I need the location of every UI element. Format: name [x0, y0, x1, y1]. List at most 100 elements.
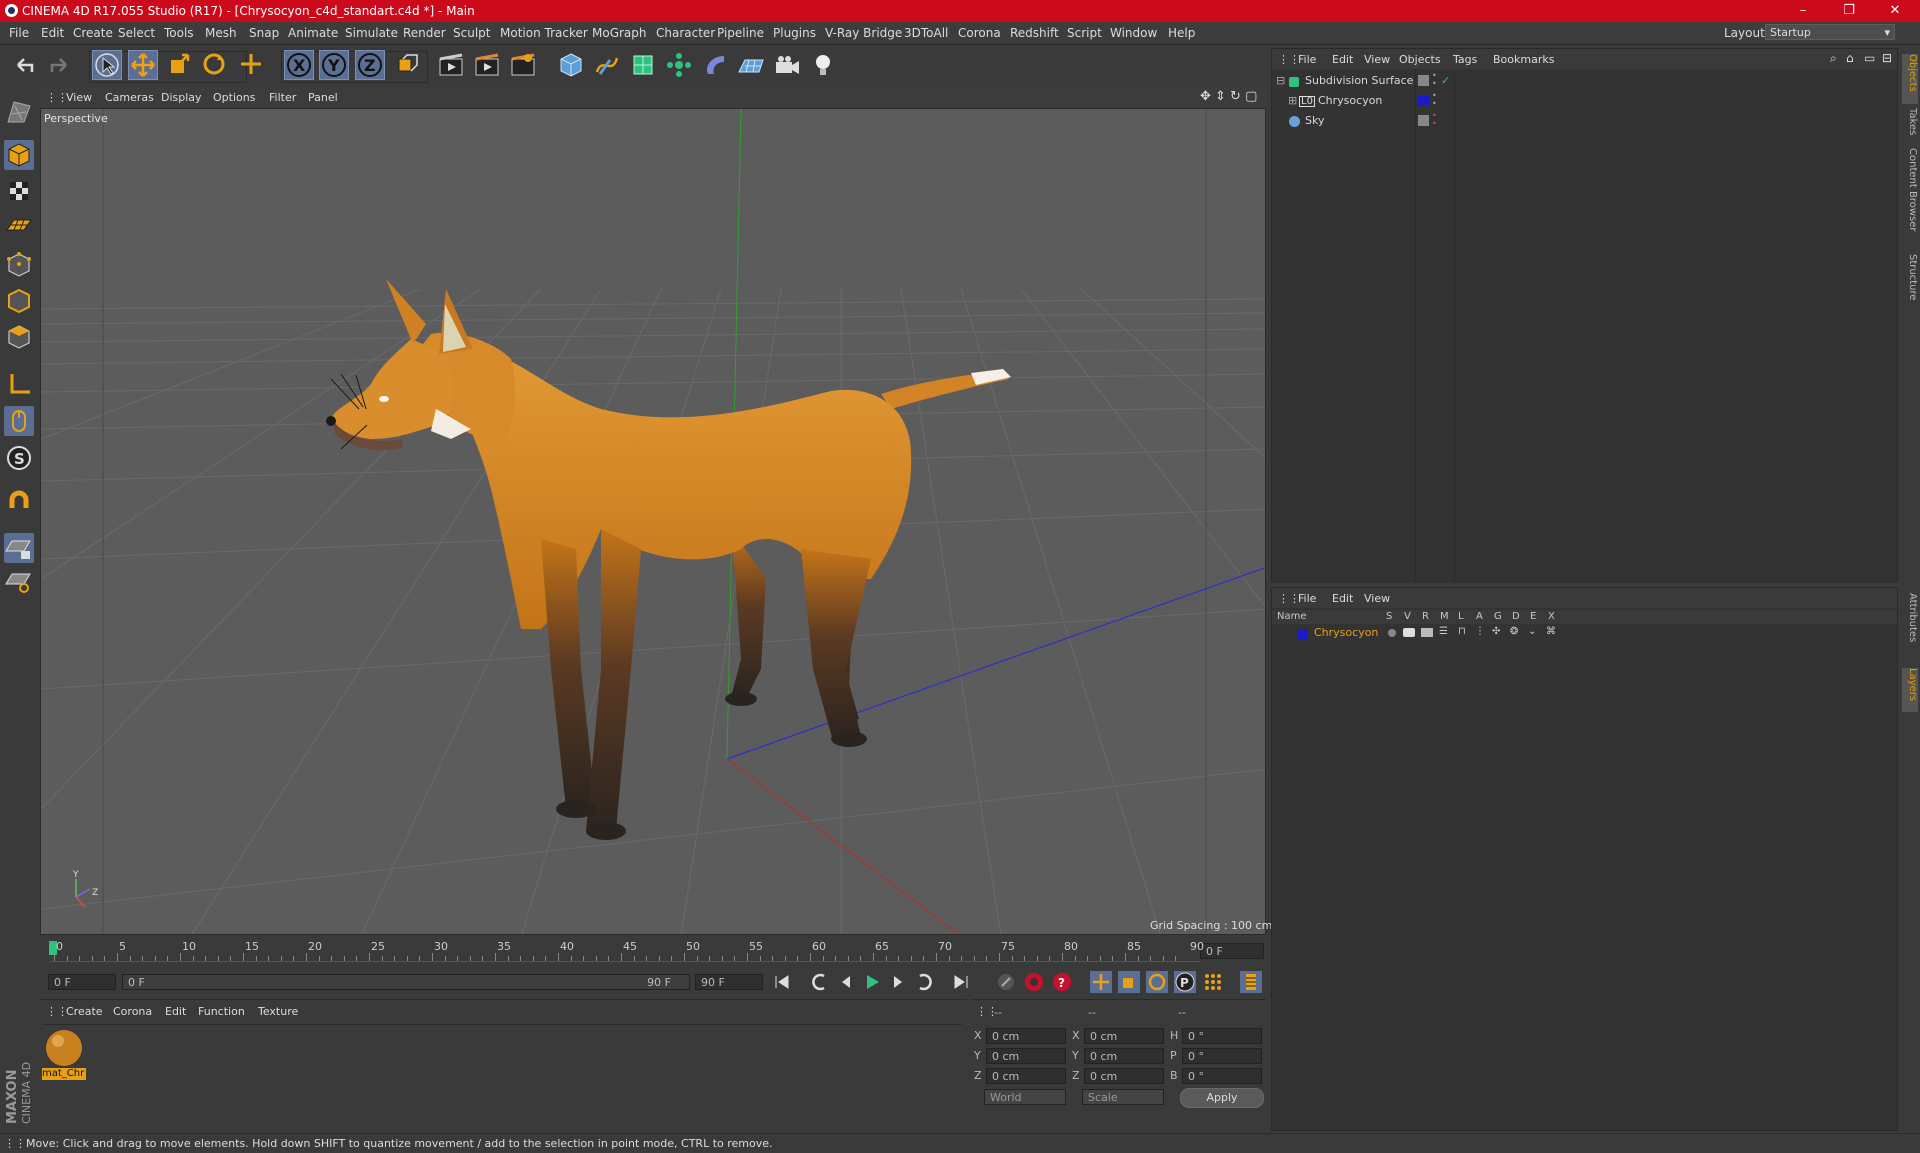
- rot-b-field[interactable]: 0 °: [1182, 1068, 1262, 1084]
- viewport-menu-filter[interactable]: Filter: [269, 91, 296, 104]
- panel-settings-icon[interactable]: ⊟: [1882, 51, 1892, 65]
- go-to-end-button[interactable]: [950, 971, 972, 993]
- object-name[interactable]: Chrysocyon: [1318, 94, 1382, 107]
- menu-select[interactable]: Select: [118, 26, 155, 40]
- objects-menu-edit[interactable]: Edit: [1332, 53, 1353, 66]
- redo-button[interactable]: [44, 50, 74, 80]
- column-deformers[interactable]: D: [1512, 611, 1520, 622]
- menu-vray-bridge[interactable]: V-Ray Bridge: [825, 26, 902, 40]
- rot-h-field[interactable]: 0 °: [1182, 1028, 1262, 1044]
- axis-mode-button[interactable]: [4, 370, 34, 400]
- object-name[interactable]: Subdivision Surface: [1305, 74, 1413, 87]
- expression-icon[interactable]: ⌄: [1528, 626, 1536, 637]
- timeline-window-button[interactable]: [1240, 971, 1262, 993]
- menu-character[interactable]: Character: [656, 26, 715, 40]
- menu-snap[interactable]: Snap: [249, 26, 279, 40]
- tab-takes[interactable]: Takes: [1902, 108, 1918, 144]
- previous-key-button[interactable]: [809, 971, 831, 993]
- make-editable-button[interactable]: [4, 96, 34, 126]
- render-settings-button[interactable]: [508, 50, 538, 80]
- object-name[interactable]: Sky: [1305, 114, 1324, 127]
- column-view[interactable]: V: [1404, 611, 1411, 622]
- rot-p-field[interactable]: 0 °: [1182, 1048, 1262, 1064]
- layer-row[interactable]: Chrysocyon ☰ ⊓ ⋮ ✣ ❂ ⌄ ⌘: [1272, 626, 1897, 644]
- menu-corona[interactable]: Corona: [958, 26, 1001, 40]
- pos-y-field[interactable]: 0 cm: [986, 1048, 1066, 1064]
- object-row-subdivision[interactable]: ⊟ Subdivision Surface • • ✓: [1272, 72, 1897, 92]
- menu-render[interactable]: Render: [403, 26, 446, 40]
- coordinate-mode-select[interactable]: World: [984, 1089, 1066, 1105]
- objects-menu-file[interactable]: File: [1298, 53, 1316, 66]
- menu-pipeline[interactable]: Pipeline: [717, 26, 764, 40]
- render-clapboard-icon[interactable]: [1421, 628, 1433, 637]
- texture-mode-button[interactable]: [4, 176, 34, 206]
- menu-file[interactable]: File: [9, 26, 29, 40]
- start-frame-field[interactable]: 0 F: [48, 974, 116, 990]
- tweak-mode-button[interactable]: [4, 406, 34, 436]
- eye-icon[interactable]: [1403, 628, 1415, 637]
- current-frame-field[interactable]: 0 F: [1200, 943, 1264, 959]
- rotation-key-button[interactable]: [1146, 971, 1168, 993]
- layers-menu-edit[interactable]: Edit: [1332, 592, 1353, 605]
- edges-mode-button[interactable]: [4, 286, 34, 316]
- enabled-checkmark-icon[interactable]: ✓: [1441, 74, 1450, 87]
- column-animation[interactable]: A: [1476, 611, 1483, 622]
- layout-icon[interactable]: ▭: [1864, 51, 1875, 65]
- x-axis-lock-button[interactable]: X: [284, 50, 314, 80]
- polygons-mode-button[interactable]: [4, 322, 34, 352]
- coordinate-system-button[interactable]: [393, 50, 423, 80]
- tab-layers[interactable]: Layers: [1902, 668, 1918, 712]
- objects-menu-tags[interactable]: Tags: [1453, 53, 1477, 66]
- tab-structure[interactable]: Structure: [1902, 254, 1918, 314]
- home-icon[interactable]: ⌂: [1846, 51, 1854, 65]
- object-row-sky[interactable]: Sky • •: [1272, 112, 1897, 132]
- render-picture-viewer-button[interactable]: [472, 50, 502, 80]
- locked-workplane-button[interactable]: [4, 533, 34, 563]
- layout-select[interactable]: Startup ▾: [1765, 24, 1895, 40]
- menu-plugins[interactable]: Plugins: [773, 26, 816, 40]
- collapse-icon[interactable]: ⊟: [1276, 74, 1285, 87]
- position-key-button[interactable]: [1090, 971, 1112, 993]
- layers-menu-file[interactable]: File: [1298, 592, 1316, 605]
- add-mograph-button[interactable]: [664, 50, 694, 80]
- objects-menu-bookmarks[interactable]: Bookmarks: [1493, 53, 1554, 66]
- column-render[interactable]: R: [1422, 611, 1429, 622]
- material-menu-function[interactable]: Function: [198, 1005, 245, 1018]
- snapping-button[interactable]: S: [4, 443, 34, 473]
- animation-icon[interactable]: ⋮: [1475, 626, 1485, 637]
- add-cube-button[interactable]: [556, 50, 586, 80]
- points-mode-button[interactable]: [4, 250, 34, 280]
- add-spline-button[interactable]: [592, 50, 622, 80]
- menu-redshift[interactable]: Redshift: [1010, 26, 1059, 40]
- model-mode-button[interactable]: [4, 140, 34, 170]
- material-menu-texture[interactable]: Texture: [258, 1005, 298, 1018]
- object-row-chrysocyon[interactable]: ⊞ L0 Chrysocyon • •: [1272, 92, 1897, 112]
- viewport-menu-display[interactable]: Display: [161, 91, 202, 104]
- timeline-ruler[interactable]: 0 F 0 5 10 15 20 25 30 35 40 45 50 55 60 65 70 75 80 85 90: [40, 937, 1266, 967]
- size-y-field[interactable]: 0 cm: [1084, 1048, 1164, 1064]
- menu-3dtoall[interactable]: 3DToAll: [904, 26, 948, 40]
- tab-attributes[interactable]: Attributes: [1902, 593, 1918, 663]
- scale-key-button[interactable]: [1118, 971, 1140, 993]
- minimize-button[interactable]: –: [1780, 0, 1826, 22]
- go-to-start-button[interactable]: [771, 971, 793, 993]
- search-icon[interactable]: ⌕: [1830, 51, 1837, 66]
- menu-tools[interactable]: Tools: [164, 26, 194, 40]
- menu-mesh[interactable]: Mesh: [205, 26, 237, 40]
- column-expressions[interactable]: E: [1530, 611, 1536, 622]
- layer-toggle-icon[interactable]: [1418, 115, 1429, 126]
- apply-button[interactable]: Apply: [1180, 1088, 1264, 1108]
- y-axis-lock-button[interactable]: Y: [319, 50, 349, 80]
- objects-menu-handle[interactable]: ⋮⋮: [1278, 53, 1300, 66]
- parameter-key-button[interactable]: P: [1174, 971, 1196, 993]
- menu-animate[interactable]: Animate: [288, 26, 338, 40]
- close-button[interactable]: ✕: [1872, 0, 1918, 22]
- column-manager[interactable]: M: [1440, 611, 1449, 622]
- size-x-field[interactable]: 0 cm: [1084, 1028, 1164, 1044]
- next-frame-button[interactable]: [887, 971, 909, 993]
- add-generator-button[interactable]: [628, 50, 658, 80]
- pos-z-field[interactable]: 0 cm: [986, 1068, 1066, 1084]
- generator-icon[interactable]: ✣: [1492, 626, 1500, 637]
- enable-snap-button[interactable]: [4, 486, 34, 516]
- viewport-menu-handle[interactable]: ⋮⋮: [46, 91, 68, 104]
